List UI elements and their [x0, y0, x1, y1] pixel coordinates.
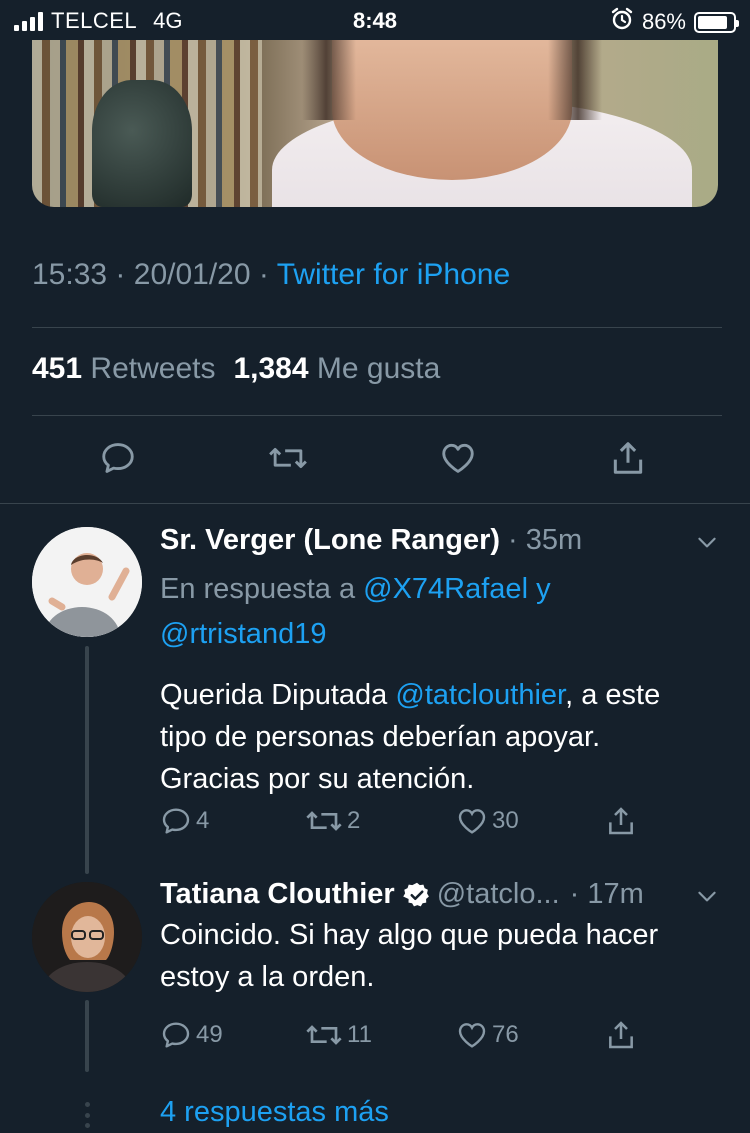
share-button[interactable]	[605, 805, 637, 837]
verified-badge-icon	[402, 881, 431, 909]
likes-label: Me gusta	[316, 352, 441, 385]
retweet-button[interactable]: 11	[305, 1019, 372, 1051]
tweet-date: 20/01/20	[133, 258, 251, 291]
tweet-stats: 451 Retweets 1,384 Me gusta	[32, 352, 440, 386]
more-replies-link[interactable]: 4 respuestas más	[160, 1096, 389, 1129]
replying-joiner[interactable]: y	[536, 573, 551, 605]
reply-tweet[interactable]: Tatiana Clouthier @tatclo... · 17m Coinc…	[160, 878, 730, 998]
reply-time: · 35m	[508, 524, 583, 556]
reply-icon[interactable]	[98, 436, 138, 480]
like-count: 76	[492, 1021, 519, 1048]
reply-body: Coincido. Si hay algo que pueda hacer es…	[160, 914, 730, 998]
reply-actions: 49 11 76	[160, 1019, 680, 1055]
retweets-stat[interactable]: 451 Retweets	[32, 352, 215, 385]
retweet-icon	[306, 1025, 342, 1045]
author-name[interactable]: Sr. Verger (Lone Ranger)	[160, 524, 500, 557]
share-icon[interactable]	[608, 436, 648, 480]
chevron-down-icon[interactable]	[694, 529, 720, 555]
reply-time: · 17m	[569, 878, 644, 910]
mention-link[interactable]: @X74Rafael	[363, 573, 528, 605]
reply-header: Tatiana Clouthier @tatclo... · 17m	[160, 878, 730, 911]
like-icon[interactable]	[438, 436, 478, 480]
retweet-icon	[306, 811, 342, 831]
retweet-button[interactable]: 2	[305, 805, 360, 837]
reply-button[interactable]: 4	[160, 805, 209, 837]
separator: ·	[115, 258, 126, 291]
reply-button[interactable]: 49	[160, 1019, 223, 1051]
retweet-icon[interactable]	[268, 436, 308, 480]
battery-percent: 86%	[641, 9, 686, 34]
likes-stat[interactable]: 1,384 Me gusta	[233, 352, 440, 385]
like-button[interactable]: 30	[456, 805, 519, 837]
thread-line	[85, 646, 89, 874]
reply-icon	[162, 1022, 190, 1048]
reply-body: Querida Diputada @tatclouthier, a este t…	[160, 674, 730, 800]
divider	[32, 327, 722, 328]
reply-header: Sr. Verger (Lone Ranger) · 35m	[160, 524, 730, 557]
like-icon	[458, 1023, 486, 1048]
reply-icon	[162, 808, 190, 834]
body-text: estoy a la orden.	[160, 961, 375, 993]
status-bar: TELCEL 4G 8:48 86%	[0, 0, 750, 40]
battery-icon	[694, 11, 739, 33]
avatar[interactable]	[32, 527, 142, 637]
replying-prefix: En respuesta a	[160, 573, 356, 605]
avatar[interactable]	[32, 882, 142, 992]
retweets-label: Retweets	[90, 352, 216, 385]
author-name[interactable]: Tatiana Clouthier	[160, 878, 395, 911]
body-text: Querida Diputada	[160, 679, 396, 711]
person-avatar-icon	[32, 527, 142, 637]
reply-actions: 4 2 30	[160, 805, 680, 841]
body-text: Coincido. Si hay algo que pueda hacer	[160, 919, 659, 951]
body-text: , a este	[565, 679, 661, 711]
tweet-source-link[interactable]: Twitter for iPhone	[277, 258, 510, 291]
tweet-time: 15:33	[32, 258, 108, 291]
thread-line	[85, 1000, 89, 1072]
like-button[interactable]: 76	[456, 1019, 519, 1051]
separator: ·	[258, 258, 269, 291]
likes-count: 1,384	[233, 352, 309, 385]
body-text: tipo de personas deberían apoyar.	[160, 721, 601, 753]
body-text: Gracias por su atención.	[160, 763, 475, 795]
mention-link[interactable]: @rtristand19	[160, 618, 326, 650]
alarm-icon	[610, 7, 634, 37]
hair-image-region	[302, 40, 602, 120]
vase-image-region	[92, 80, 192, 207]
retweets-count: 451	[32, 352, 83, 385]
divider	[0, 503, 750, 504]
mention-link[interactable]: @tatclouthier	[395, 679, 565, 711]
tweet-photo[interactable]	[32, 40, 718, 207]
share-icon	[609, 807, 633, 835]
chevron-down-icon[interactable]	[694, 883, 720, 909]
replying-to: En respuesta a @X74Rafael y @rtristand19	[160, 567, 730, 657]
person-avatar-icon	[32, 882, 142, 992]
share-button[interactable]	[605, 1019, 637, 1051]
share-icon	[609, 1021, 633, 1049]
more-dots-icon	[84, 1102, 90, 1128]
reply-tweet[interactable]: Sr. Verger (Lone Ranger) · 35m En respue…	[160, 524, 730, 800]
reply-count: 49	[196, 1021, 223, 1048]
tweet-actions	[0, 436, 750, 486]
author-handle[interactable]: @tatclo...	[437, 878, 560, 911]
retweet-count: 2	[347, 807, 361, 834]
tweet-timestamp: 15:33 · 20/01/20 · Twitter for iPhone	[32, 258, 510, 292]
reply-count: 4	[196, 807, 210, 834]
like-count: 30	[492, 807, 519, 834]
like-icon	[458, 809, 486, 834]
retweet-count: 11	[347, 1021, 372, 1048]
divider	[32, 415, 722, 416]
